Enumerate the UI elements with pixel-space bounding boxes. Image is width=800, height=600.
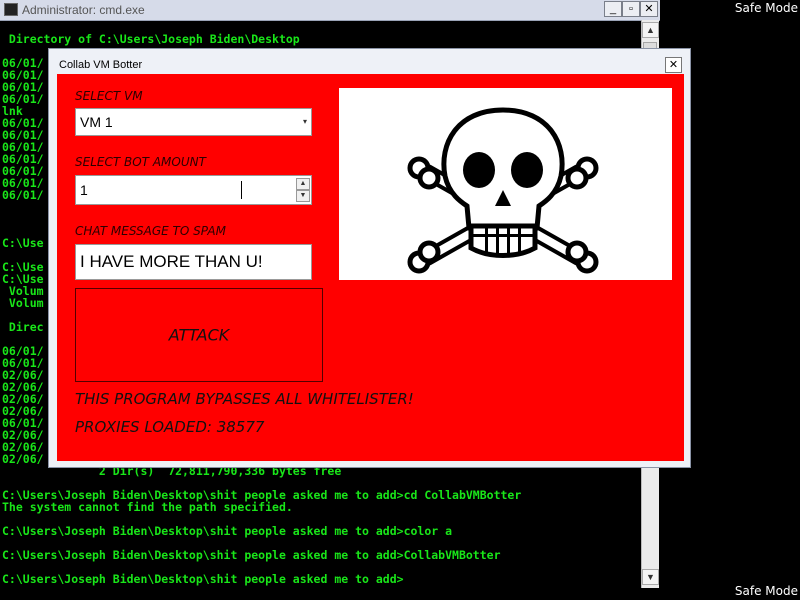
- bypass-notice: THIS PROGRAM BYPASSES ALL WHITELISTER!: [75, 390, 414, 408]
- minimize-button[interactable]: _: [604, 1, 622, 17]
- bot-amount-label: SELECT BOT AMOUNT: [75, 155, 206, 169]
- cmd-titlebar[interactable]: Administrator: cmd.exe _ ▫ ✕: [0, 0, 660, 21]
- spin-up-button[interactable]: ▲: [296, 178, 310, 190]
- bot-amount-stepper[interactable]: 1 ▲ ▼: [75, 175, 312, 205]
- botter-client-area: SELECT VM VM 1 ▾ SELECT BOT AMOUNT 1 ▲ ▼…: [57, 74, 684, 461]
- bot-amount-value: 1: [80, 182, 88, 198]
- cmd-icon: [4, 3, 18, 16]
- safe-mode-label-bottom: Safe Mode: [734, 584, 798, 598]
- chevron-down-icon[interactable]: ▾: [303, 117, 307, 126]
- skull-image-panel: [339, 88, 672, 280]
- chat-message-value: I HAVE MORE THAN U!: [80, 252, 263, 271]
- console-line: Directory of C:\Users\Joseph Biden\Deskt…: [2, 32, 300, 46]
- maximize-button[interactable]: ▫: [622, 1, 640, 17]
- text-cursor-icon: [241, 181, 250, 199]
- console-line: C:\Users\Joseph Biden\Desktop\shit peopl…: [2, 524, 453, 538]
- scroll-down-button[interactable]: ▼: [642, 569, 659, 585]
- cmd-window-title: Administrator: cmd.exe: [22, 3, 145, 17]
- console-line: Volum: [2, 296, 44, 310]
- console-prompt[interactable]: C:\Users\Joseph Biden\Desktop\shit peopl…: [2, 573, 404, 585]
- scroll-up-button[interactable]: ▲: [642, 22, 659, 38]
- console-line: Direc: [2, 320, 44, 334]
- console-line: 06/01/: [2, 188, 44, 202]
- close-button[interactable]: ✕: [665, 57, 682, 73]
- console-line: The system cannot find the path specifie…: [2, 500, 293, 514]
- botter-window[interactable]: Collab VM Botter ✕ SELECT VM VM 1 ▾ SELE…: [48, 48, 691, 468]
- attack-button-label: ATTACK: [168, 325, 230, 345]
- spin-down-button[interactable]: ▼: [296, 190, 310, 202]
- vm-select[interactable]: VM 1 ▾: [75, 108, 312, 136]
- chat-message-label: CHAT MESSAGE TO SPAM: [75, 224, 226, 238]
- safe-mode-label-top: Safe Mode: [734, 1, 798, 15]
- botter-window-title: Collab VM Botter: [59, 59, 143, 71]
- chat-message-input[interactable]: I HAVE MORE THAN U!: [75, 244, 312, 280]
- console-line: C:\Use: [2, 236, 44, 250]
- skull-and-crossbones-icon: [407, 107, 599, 274]
- console-line: C:\Users\Joseph Biden\Desktop\shit peopl…: [2, 548, 501, 562]
- vm-select-value: VM 1: [80, 114, 113, 130]
- attack-button[interactable]: ATTACK: [75, 288, 323, 382]
- proxies-loaded-status: PROXIES LOADED: 38577: [75, 418, 265, 436]
- select-vm-label: SELECT VM: [75, 89, 143, 103]
- close-button[interactable]: ✕: [640, 1, 658, 17]
